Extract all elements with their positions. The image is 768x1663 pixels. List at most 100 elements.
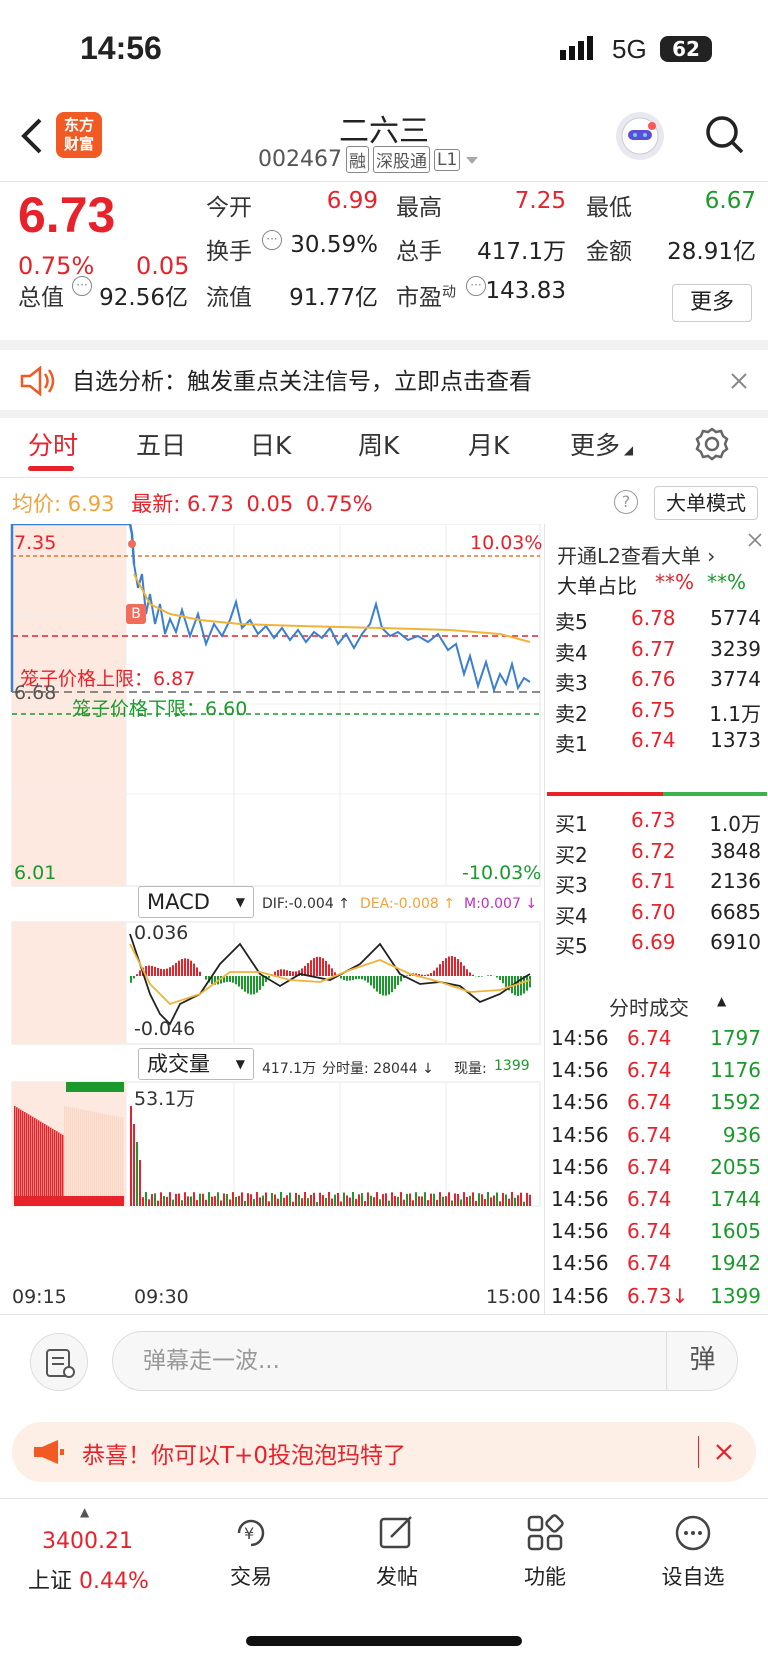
bid-row[interactable]: 买3 6.71 2136	[545, 869, 768, 899]
nav-functions[interactable]: 功能	[490, 1513, 600, 1591]
danmaku-bar: 弹幕走一波... 弹	[0, 1314, 768, 1406]
bid-row[interactable]: 买4 6.70 6685	[545, 900, 768, 930]
avg-value: 6.93	[67, 492, 115, 516]
index-value[interactable]: 3400.21	[42, 1529, 133, 1554]
price-top-label: 7.35	[14, 532, 57, 554]
battery-icon: 62	[660, 36, 712, 62]
intraday-chart[interactable]: 7.35 10.03% 笼子价格上限：6.87 6.68 笼子价格下限：6.60…	[0, 524, 544, 1314]
big-order-mode-button[interactable]: 大单模式	[654, 486, 758, 520]
close-icon[interactable]	[747, 532, 763, 548]
expand-icon[interactable]: ▲	[80, 1505, 89, 1519]
trade-time: 14:56	[551, 1187, 609, 1211]
help-icon[interactable]: ?	[614, 490, 638, 514]
stock-code-line[interactable]: 002467 融 深股通 L1	[258, 146, 480, 173]
trade-volume: 2055	[710, 1154, 761, 1179]
volume-label: 总手	[396, 239, 442, 265]
low-value: 6.67	[704, 188, 756, 214]
bid-row[interactable]: 买1 6.73 1.0万	[545, 808, 768, 838]
tab-daily-k[interactable]: 日K	[250, 426, 291, 462]
ask-row[interactable]: 卖5 6.78 5774	[545, 606, 768, 636]
pct-top-label: 10.03%	[470, 532, 543, 554]
time-open: 09:30	[134, 1286, 189, 1308]
trade-price: 6.74	[627, 1251, 672, 1276]
buy-bar	[663, 792, 767, 796]
close-icon[interactable]	[730, 372, 748, 390]
trade-icon: ¥	[231, 1513, 271, 1553]
dea-value: DEA:-0.008 ↑	[360, 896, 455, 912]
danmaku-list-icon[interactable]	[30, 1333, 88, 1391]
edit-icon	[377, 1513, 417, 1553]
open-label: 今开	[206, 195, 252, 221]
sort-icon[interactable]: ▲	[717, 994, 726, 1008]
trade-volume: 1797	[710, 1026, 761, 1050]
ask-price: 6.78	[631, 606, 676, 630]
ask-price: 6.74	[631, 728, 676, 752]
promo-banner[interactable]: 恭喜！你可以T+0投泡泡玛特了	[12, 1422, 756, 1482]
tab-more[interactable]: 更多 ◢	[570, 426, 633, 462]
volume-selector[interactable]: 成交量 ▼	[138, 1048, 254, 1080]
trade-row: 14:56 6.74 1592	[545, 1090, 768, 1120]
trade-volume: 936	[722, 1122, 761, 1147]
bid-level: 买5	[555, 934, 588, 958]
bid-volume: 1.0万	[709, 812, 761, 836]
tab-weekly-k[interactable]: 周K	[358, 426, 399, 462]
trade-price: 6.74	[627, 1122, 672, 1147]
turnover-value: 30.59%	[290, 232, 378, 258]
nav-trade[interactable]: ¥ 交易	[196, 1513, 306, 1591]
megaphone-icon	[34, 1440, 64, 1464]
close-icon[interactable]	[714, 1442, 734, 1462]
search-icon[interactable]	[704, 114, 744, 154]
sell-bar	[547, 792, 663, 796]
danmaku-toggle-button[interactable]: 弹	[666, 1331, 738, 1391]
tab-intraday[interactable]: 分时	[28, 426, 78, 462]
macd-selector[interactable]: MACD ▼	[138, 886, 254, 918]
l2-link[interactable]: 开通L2查看大单 ›	[557, 540, 715, 569]
big-ratio-sell: **%	[655, 570, 695, 594]
tab-monthly-k[interactable]: 月K	[468, 426, 509, 462]
trade-row: 14:56 6.74 1744	[545, 1187, 768, 1217]
more-button[interactable]: 更多	[672, 284, 752, 322]
big-ratio-label: 大单占比	[557, 574, 637, 598]
time-start: 09:15	[12, 1286, 67, 1308]
avg-label: 均价:	[12, 492, 62, 516]
macd-top-label: 0.036	[134, 922, 189, 944]
analysis-banner[interactable]: 自选分析：触发重点关注信号，立即点击查看	[0, 350, 768, 410]
divider	[0, 340, 768, 350]
trades-title[interactable]: 分时成交	[609, 992, 689, 1021]
trade-price: 6.74	[627, 1187, 672, 1211]
bid-row[interactable]: 买5 6.69 6910	[545, 930, 768, 960]
ask-level: 卖5	[555, 610, 588, 634]
ask-row[interactable]: 卖2 6.75 1.1万	[545, 698, 768, 728]
trade-price: 6.74	[627, 1026, 672, 1050]
ask-volume: 1.1万	[709, 701, 761, 726]
price-mid-label: 6.68	[14, 682, 57, 704]
trade-time: 14:56	[551, 1251, 609, 1276]
buy-marker[interactable]: B	[126, 604, 146, 624]
ask-row[interactable]: 卖1 6.74 1373	[545, 728, 768, 758]
home-indicator	[246, 1636, 522, 1646]
nav-post[interactable]: 发帖	[342, 1513, 452, 1591]
trade-row: 14:56 6.73↓ 1399	[545, 1284, 768, 1314]
pe-label: 市盈动	[396, 284, 456, 311]
nav-watchlist[interactable]: 设自选	[638, 1513, 748, 1591]
gear-icon[interactable]	[694, 426, 730, 462]
bid-volume: 2136	[710, 869, 761, 893]
info-icon[interactable]: ···	[262, 230, 282, 250]
bid-row[interactable]: 买2 6.72 3848	[545, 839, 768, 869]
volume-value: 417.1万	[477, 239, 566, 265]
trade-time: 14:56	[551, 1154, 609, 1179]
ask-row[interactable]: 卖3 6.76 3774	[545, 667, 768, 697]
bid-price: 6.72	[631, 838, 676, 863]
chart-canvas	[10, 524, 541, 1207]
danmaku-input[interactable]: 弹幕走一波...	[112, 1331, 738, 1391]
big-ratio-buy: **%	[707, 570, 747, 594]
vol-now-label: 现量:	[454, 1061, 487, 1077]
bid-price: 6.73	[631, 808, 676, 832]
lower-limit-label: 笼子价格下限：6.60	[72, 698, 248, 720]
ask-row[interactable]: 卖4 6.77 3239	[545, 637, 768, 667]
ask-price: 6.76	[631, 667, 676, 691]
assistant-robot-icon[interactable]	[616, 112, 664, 160]
index-line[interactable]: 上证 0.44%	[28, 1563, 149, 1595]
tab-five-day[interactable]: 五日	[136, 426, 186, 462]
divider	[0, 410, 768, 418]
